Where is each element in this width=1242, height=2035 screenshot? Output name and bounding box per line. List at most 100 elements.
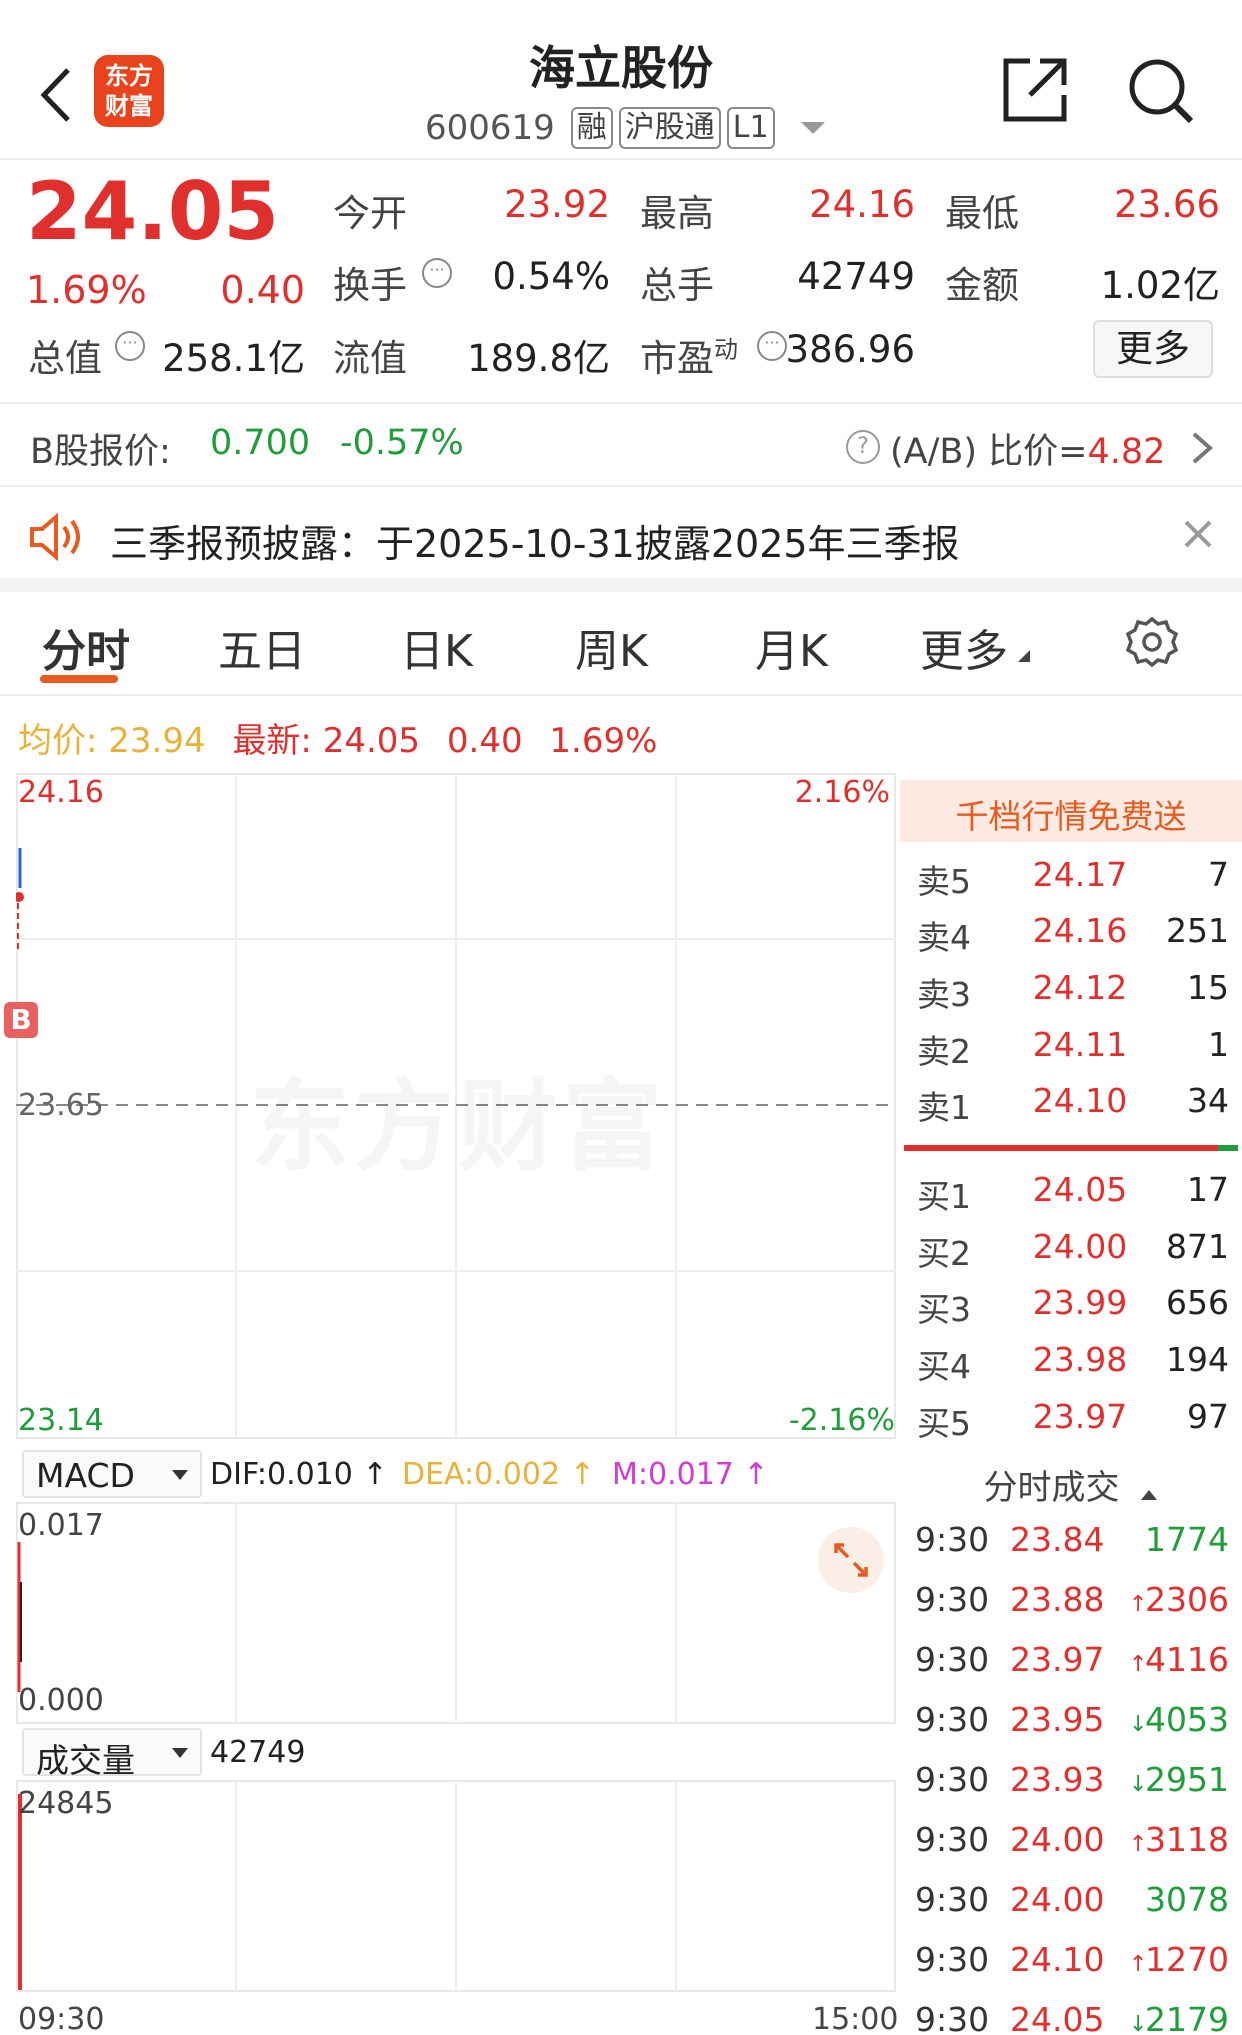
ask-label: 卖3	[917, 975, 971, 1014]
trade-time: 9:30	[915, 2000, 990, 2035]
low-value: 23.66	[1114, 183, 1220, 226]
trade-row[interactable]: 9:30 23.97 ↑ 4116	[905, 1640, 1235, 1696]
search-button[interactable]	[1125, 55, 1197, 127]
amount-label: 金额	[945, 264, 1019, 307]
bid-row[interactable]: 买4 23.98 194	[905, 1340, 1235, 1396]
trade-row[interactable]: 9:30 24.05 ↓ 2179	[905, 2000, 1235, 2035]
ask-row[interactable]: 卖1 24.10 34	[905, 1081, 1235, 1137]
macd-selector-label: MACD	[36, 1456, 135, 1495]
volume-total: 42749	[210, 1735, 306, 1770]
ask-label: 卖5	[917, 862, 971, 901]
stock-code-row: 600619 融 沪股通 L1	[425, 104, 825, 152]
open-label: 今开	[333, 192, 407, 235]
ask-price: 24.11	[1032, 1025, 1128, 1064]
latest-label: 最新:	[232, 721, 312, 761]
trade-price: 24.00	[1010, 1820, 1105, 1859]
bid-price: 24.00	[1032, 1227, 1128, 1266]
notice-text[interactable]: 三季报预披露：于2025-10-31披露2025年三季报	[110, 513, 960, 568]
level2-promo-banner[interactable]: 千档行情免费送	[900, 780, 1242, 842]
trade-volume: 3118	[1145, 1820, 1229, 1859]
dropdown-icon[interactable]	[800, 122, 825, 134]
low-label: 最低	[945, 192, 1019, 235]
close-icon[interactable]	[1180, 516, 1216, 556]
trade-row[interactable]: 9:30 23.84 1774	[905, 1520, 1235, 1576]
trade-time: 9:30	[915, 1760, 990, 1799]
tab-active-indicator	[40, 675, 118, 683]
search-icon	[1129, 59, 1194, 124]
bid-price: 23.99	[1032, 1283, 1128, 1322]
trade-volume: 4116	[1145, 1640, 1229, 1679]
gear-icon	[1125, 616, 1179, 668]
tab-more[interactable]: 更多	[920, 615, 1008, 679]
ask-row[interactable]: 卖3 24.12 15	[905, 968, 1235, 1024]
bid-row[interactable]: 买1 24.05 17	[905, 1170, 1235, 1226]
trade-row[interactable]: 9:30 24.00 3078	[905, 1880, 1235, 1936]
bid-label: 买3	[917, 1290, 971, 1329]
turnover-label: 换手	[333, 264, 407, 307]
bid-row[interactable]: 买2 24.00 871	[905, 1227, 1235, 1283]
tab-daily-k[interactable]: 日K	[400, 615, 473, 679]
tab-five-day[interactable]: 五日	[218, 615, 306, 679]
tab-more-triangle-icon	[1018, 650, 1030, 662]
ask-label: 卖1	[917, 1088, 971, 1127]
time-axis-start: 09:30	[18, 2002, 105, 2035]
trades-header[interactable]: 分时成交	[905, 1460, 1235, 1510]
bid-row[interactable]: 买5 23.97 97	[905, 1397, 1235, 1453]
trade-price: 24.05	[1010, 2000, 1105, 2035]
macd-chart[interactable]	[16, 1502, 896, 1724]
ask-row[interactable]: 卖2 24.11 1	[905, 1025, 1235, 1081]
settings-button[interactable]	[1125, 615, 1179, 673]
external-link-icon	[1003, 58, 1067, 122]
trade-price: 23.93	[1010, 1760, 1105, 1799]
volume-chart[interactable]	[16, 1780, 896, 1992]
trade-volume: 4053	[1145, 1700, 1229, 1739]
trade-row[interactable]: 9:30 24.10 ↑ 1270	[905, 1940, 1235, 1996]
trade-row[interactable]: 9:30 23.93 ↓ 2951	[905, 1760, 1235, 1816]
high-label: 最高	[640, 192, 714, 235]
trade-row[interactable]: 9:30 23.88 ↑ 2306	[905, 1580, 1235, 1636]
bid-volume: 97	[1187, 1397, 1229, 1436]
trade-time: 9:30	[915, 1580, 990, 1619]
macd-selector[interactable]: MACD	[22, 1450, 202, 1498]
tab-monthly-k[interactable]: 月K	[755, 615, 828, 679]
volume-selector[interactable]: 成交量	[22, 1728, 202, 1780]
macd-y-bottom: 0.000	[18, 1683, 104, 1718]
chevron-right-icon[interactable]	[1190, 428, 1214, 472]
pe-label-sup: 动	[714, 335, 738, 364]
trade-row[interactable]: 9:30 23.95 ↓ 4053	[905, 1700, 1235, 1756]
ask-price: 24.12	[1032, 968, 1128, 1007]
chart-watermark: 东方财富	[250, 1045, 666, 1190]
buy-marker[interactable]: B	[4, 1002, 38, 1038]
volume-label: 总手	[640, 264, 714, 307]
help-icon[interactable]: ?	[846, 430, 880, 464]
trade-price: 24.10	[1010, 1940, 1105, 1979]
trade-price: 23.88	[1010, 1580, 1105, 1619]
trade-time: 9:30	[915, 1880, 990, 1919]
turnover-info-icon[interactable]: ···	[422, 258, 452, 288]
bid-row[interactable]: 买3 23.99 656	[905, 1283, 1235, 1339]
trade-volume: 2951	[1145, 1760, 1229, 1799]
ask-volume: 34	[1187, 1081, 1229, 1120]
ab-ratio[interactable]: (A/B) 比价=4.82	[890, 423, 1165, 474]
expand-button[interactable]	[818, 1527, 884, 1593]
chart-pct-top: 2.16%	[794, 775, 890, 810]
bid-label: 买4	[917, 1347, 971, 1386]
bshare-change: -0.57%	[340, 423, 464, 463]
mktcap-info-icon[interactable]: ···	[115, 331, 145, 361]
volume-y-top: 24845	[18, 1786, 114, 1821]
trade-row[interactable]: 9:30 24.00 ↑ 3118	[905, 1820, 1235, 1876]
chart-y-bottom: 23.14	[18, 1403, 104, 1438]
ask-volume: 15	[1187, 968, 1229, 1007]
bid-ask-ratio-bar	[904, 1145, 1238, 1151]
ask-volume: 7	[1208, 855, 1229, 894]
tab-intraday[interactable]: 分时	[42, 615, 130, 679]
ask-row[interactable]: 卖5 24.17 7	[905, 855, 1235, 911]
ask-row[interactable]: 卖4 24.16 251	[905, 911, 1235, 967]
stock-code: 600619	[425, 108, 555, 148]
trade-volume: 2306	[1145, 1580, 1229, 1619]
summary-change: 0.40	[446, 721, 523, 761]
bid-label: 买5	[917, 1404, 971, 1443]
tab-weekly-k[interactable]: 周K	[575, 615, 648, 679]
more-quote-button[interactable]: 更多	[1093, 320, 1213, 378]
share-button[interactable]	[1000, 55, 1070, 125]
